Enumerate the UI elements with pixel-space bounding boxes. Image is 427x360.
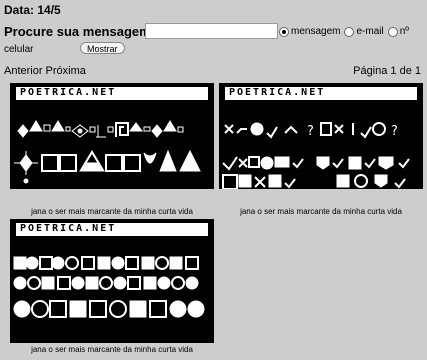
card-caption-1: jana o ser mais marcante da minha curta … (31, 207, 193, 216)
previous-link[interactable]: Anterior (4, 65, 43, 77)
radio-button-mensagem[interactable] (279, 26, 289, 37)
card-brand: POETRICA.NET (16, 87, 208, 100)
radio-button-celular[interactable] (387, 26, 398, 37)
search-label: Procure sua mensagem: (4, 24, 156, 39)
radio-option-email[interactable]: e-mail (344, 26, 384, 37)
radio-label-celular: nº (399, 26, 409, 37)
message-card-3[interactable]: POETRICA.NET (10, 219, 214, 343)
radio-option-celular[interactable]: nº (387, 26, 409, 37)
card-brand: POETRICA.NET (225, 87, 417, 100)
pagination-nav: Anterior Próxima (4, 65, 89, 77)
next-link[interactable]: Próxima (46, 65, 86, 77)
card-brand: POETRICA.NET (16, 223, 208, 236)
search-input[interactable] (145, 23, 278, 39)
symbol-art (13, 256, 205, 318)
radio-button-email[interactable] (344, 26, 355, 37)
message-card-1[interactable]: POETRICA.NET (10, 83, 214, 189)
date-label: Data: 14/5 (4, 3, 61, 17)
card-caption-3: jana o ser mais marcante da minha curta … (31, 345, 193, 354)
symbol-art (14, 120, 201, 184)
radio-option-mensagem[interactable]: mensagem (279, 26, 340, 37)
search-type-radios: mensagem e-mail nº (279, 26, 411, 37)
radio-label-email: e-mail (356, 26, 384, 37)
show-button[interactable]: Mostrar (80, 42, 125, 54)
page-indicator: Página 1 de 1 (353, 65, 421, 77)
svg-text:?: ? (307, 124, 314, 139)
symbol-art: ? ? (222, 122, 410, 189)
radio-label-mensagem: mensagem (291, 26, 341, 37)
card-caption-2: jana o ser mais marcante da minha curta … (240, 207, 402, 216)
message-card-2[interactable]: POETRICA.NET ? ? (219, 83, 423, 189)
svg-text:?: ? (391, 124, 398, 139)
radio-label-celular-continued: celular (4, 44, 34, 55)
